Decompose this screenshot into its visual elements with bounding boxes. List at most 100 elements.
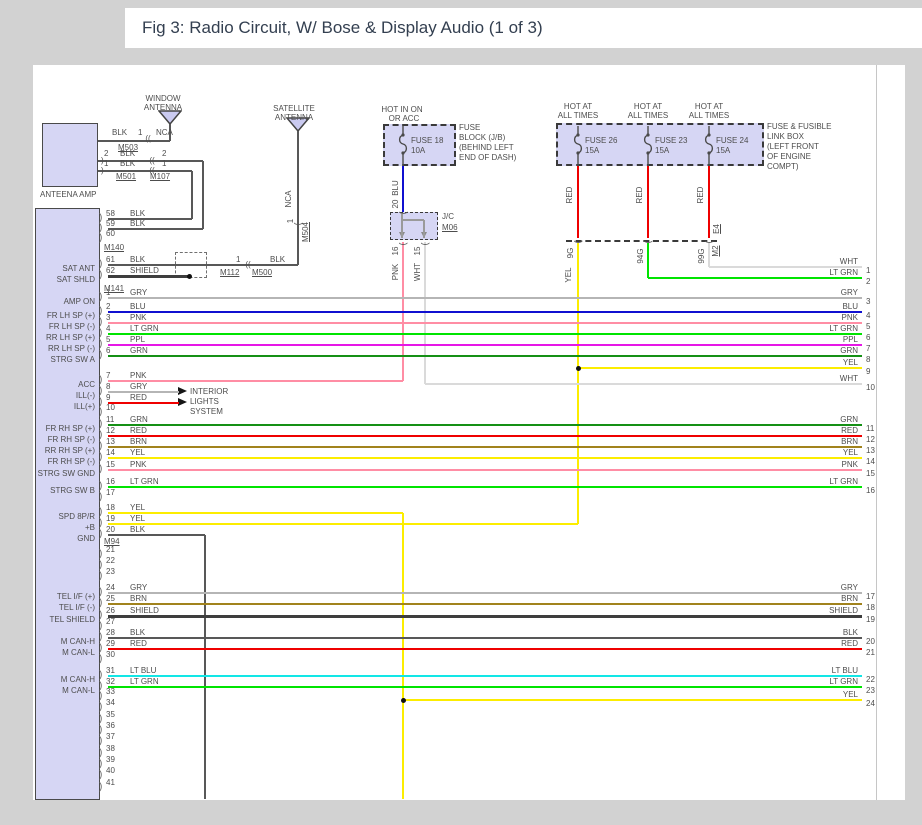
pin-number: 1 [236,256,240,264]
pin-number: 3 [106,314,110,322]
wire-color-label: LT GRN [130,478,159,486]
power-header: ALL TIMES [628,112,668,120]
pin-number: 36 [106,722,115,730]
fuse23-name: FUSE 23 [655,137,687,145]
wire-color-label: SHIELD [786,607,858,615]
pin-arc: ) [99,271,102,281]
wire-color-label: GRY [786,289,858,297]
connector-mark: ) [101,167,104,175]
fusible-link-note: FUSE & FUSIBLE [767,123,831,131]
wire-color-label: WHT [786,375,858,383]
pin-arc: ) [99,465,102,475]
pin-arc: ) [99,453,102,463]
connector-mark: ( [421,243,430,246]
title-bar: Fig 3: Radio Circuit, W/ Bose & Display … [125,8,922,48]
wire-blk [108,218,192,220]
pin-number: 37 [106,733,115,741]
wire-color-label: GRY [786,584,858,592]
connector-label-m2: M2 [712,245,720,256]
wire-color-label: GRN [130,416,148,424]
wire-color-label: RED [130,427,147,435]
wire-yel [402,513,404,799]
wire-wht [708,243,710,267]
satellite-antenna-label: ANTENNA [275,114,313,122]
wire-color-label: BLK [120,160,135,168]
wire-color-label: LT GRN [786,325,858,333]
connector-label-e4: E4 [713,224,721,234]
wire-ppl [108,344,862,346]
pin-number: 61 [106,256,115,264]
pin-arc: ) [99,351,102,361]
wire-color-label: YEL [786,359,858,367]
wire-color-label: NCA [156,129,173,137]
pin-number: 1 [104,160,108,168]
wire-color-label: YEL [565,267,573,282]
wire-blk [204,535,206,799]
pin-number: 22 [866,676,875,684]
connector-label-94g: 94G [637,248,645,263]
interior-lights-arrow-icon [178,387,187,395]
wire-int [401,214,403,238]
fuse26-rating: 15A [585,147,599,155]
pin-number: 5 [106,336,110,344]
left-pin-label: ILL(-) [37,392,95,400]
wire-color-label: YEL [130,504,145,512]
interior-lights-label: SYSTEM [190,408,223,416]
pin-number: 15 [414,247,422,256]
wire-color-label: BLK [130,526,145,534]
wire-color-label: BLU [786,303,858,311]
wire-blu [108,311,862,313]
wire-color-label: LT GRN [130,325,159,333]
wire-color-label: RED [786,640,858,648]
power-header: OR ACC [389,115,420,123]
pin-number: 16 [866,487,875,495]
wire-wht [424,242,426,384]
pin-number: 13 [106,438,115,446]
interior-lights-arrow-icon [178,398,187,406]
pin-number: 10 [866,384,875,392]
pin-number: 18 [106,504,115,512]
left-pin-label: STRG SW B [37,487,95,495]
fuse24-rating: 15A [716,147,730,155]
wire-lt-grn [647,243,649,278]
wire-color-label: YEL [130,449,145,457]
pin-arc: ) [99,550,102,560]
power-header: HOT AT [564,103,592,111]
wire-lt-grn [108,686,862,688]
left-pin-label: STRG SW A [37,356,95,364]
wire-color-label: BRN [786,438,858,446]
fuse-block-box [383,124,456,166]
left-pin-label: M CAN-H [37,676,95,684]
wire-lt-grn [108,486,862,488]
pin-number: 1 [138,129,142,137]
wire-color-label: PNK [786,461,858,469]
wire-color-label: NCA [285,191,293,208]
pin-number: 2 [866,278,870,286]
pin-number: 2 [162,150,166,158]
wire-color-label: GRY [130,584,147,592]
power-header: ALL TIMES [558,112,598,120]
pin-arc: ) [99,260,102,270]
connector-mark: ( [705,241,714,244]
wire-blk [108,534,205,536]
pin-number: 32 [106,678,115,686]
pin-number: 14 [866,458,875,466]
pin-number: 8 [866,356,870,364]
pin-number: 6 [106,347,110,355]
pin-number: 2 [104,150,108,158]
pin-arc: ) [99,622,102,632]
wire-color-label: BLK [112,129,127,137]
fuse26-name: FUSE 26 [585,137,617,145]
pin-number: 25 [106,595,115,603]
pin-arc: ) [99,293,102,303]
pin-number: 23 [106,568,115,576]
wire-color-label: GRY [130,289,147,297]
left-pin-label: RR LH SP (-) [37,345,95,353]
pin-number: 16 [106,478,115,486]
pin-number: 35 [106,711,115,719]
left-pin-label: FR RH SP (-) [37,436,95,444]
wire-color-label: GRN [130,347,148,355]
wire-color-label: SHIELD [130,267,159,275]
connector-label-m140: M140 [104,244,124,252]
pin-number: 5 [866,323,870,331]
